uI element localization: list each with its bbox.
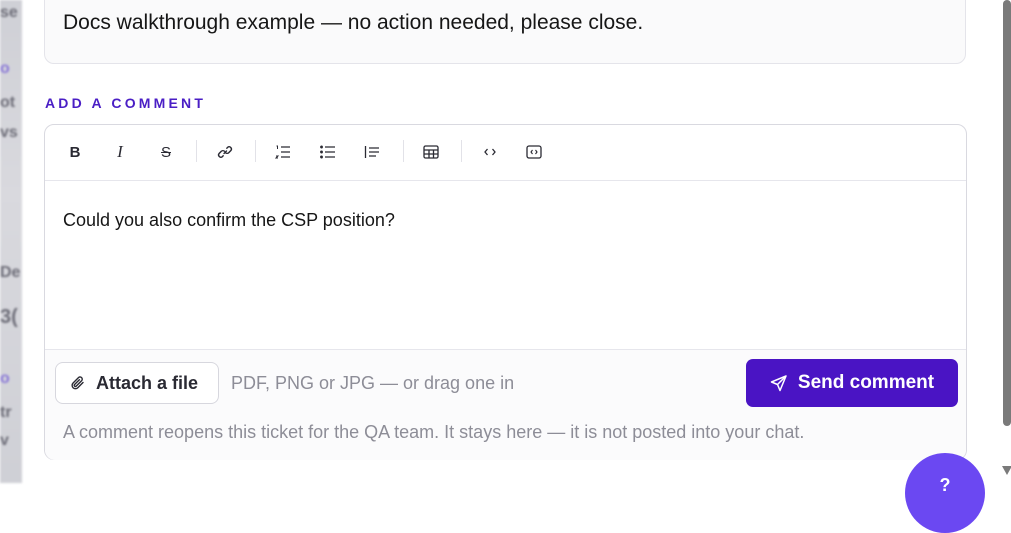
attach-hint: PDF, PNG or JPG — or drag one in (231, 373, 515, 393)
bold-icon: B (69, 143, 81, 161)
comment-text-area[interactable]: Could you also confirm the CSP position? (63, 210, 395, 231)
attach-file-label: Attach a file (96, 372, 199, 393)
toolbar-divider (461, 140, 462, 162)
blockquote-button[interactable] (358, 139, 386, 165)
add-comment-label: ADD A COMMENT (45, 95, 207, 111)
toolbar-divider (403, 140, 404, 162)
editor-toolbar: B I S (45, 125, 966, 181)
link-icon (217, 146, 233, 158)
code-block-icon (526, 145, 542, 159)
send-comment-button[interactable]: Send comment (746, 359, 958, 407)
bold-button[interactable]: B (61, 139, 89, 165)
code-block-button[interactable] (520, 139, 548, 165)
ticket-description-box: Docs walkthrough example — no action nee… (44, 0, 966, 64)
attach-file-button[interactable]: Attach a file (55, 362, 219, 404)
bullet-list-button[interactable] (314, 139, 342, 165)
ordered-list-button[interactable] (269, 139, 297, 165)
scroll-down-icon[interactable] (1002, 466, 1011, 475)
link-button[interactable] (211, 139, 239, 165)
help-fab-button[interactable]: ? (905, 453, 985, 533)
bullet-list-icon (320, 145, 335, 159)
code-icon (484, 148, 496, 156)
send-icon (770, 375, 787, 392)
italic-icon: I (117, 142, 123, 161)
table-icon (423, 145, 439, 159)
strikethrough-button[interactable]: S (152, 139, 180, 165)
toolbar-divider (196, 140, 197, 162)
code-inline-button[interactable] (476, 139, 504, 165)
toolbar-divider (255, 140, 256, 162)
strikethrough-icon: S (160, 143, 171, 161)
ordered-list-icon (275, 145, 290, 159)
table-button[interactable] (417, 139, 445, 165)
comment-editor: B I S Could you also confirm the CSP pos… (44, 124, 967, 460)
comment-footnote: A comment reopens this ticket for the QA… (63, 422, 805, 442)
paperclip-icon (71, 376, 84, 390)
italic-button[interactable]: I (106, 139, 134, 165)
help-fab-label: ? (939, 475, 951, 495)
background-blurred-panel: se o ot vs De 3( o tr v (0, 0, 22, 483)
ticket-description: Docs walkthrough example — no action nee… (63, 11, 644, 34)
send-comment-label: Send comment (797, 372, 935, 393)
page-scrollbar[interactable] (1003, 0, 1011, 426)
blockquote-icon (364, 146, 379, 158)
editor-footer: Attach a file PDF, PNG or JPG — or drag … (45, 349, 966, 460)
